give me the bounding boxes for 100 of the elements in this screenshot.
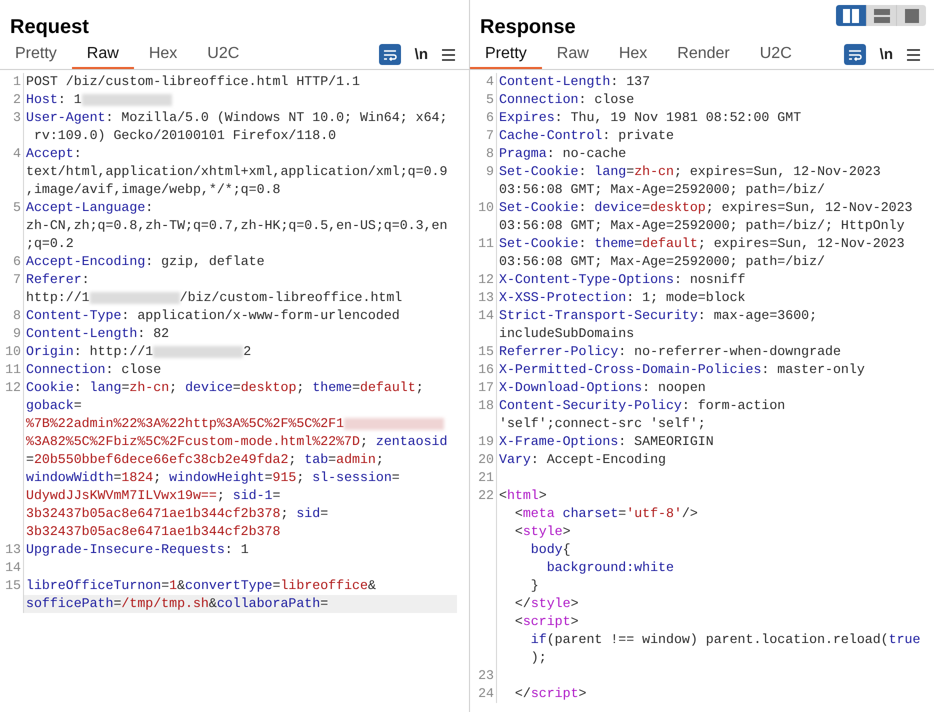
code-line: Pragma: no-cache bbox=[499, 146, 626, 161]
code-line: sofficePath=/tmp/tmp.sh&collaboraPath= bbox=[26, 596, 328, 611]
code-line: <html> bbox=[499, 488, 547, 503]
code-line: Cache-Control: private bbox=[499, 128, 674, 143]
view-tab[interactable]: Pretty bbox=[470, 41, 542, 69]
code-line: windowWidth=1824; windowHeight=915; sl-session= bbox=[26, 470, 400, 485]
code-line: http://1 /biz/custom-libreoffice.html bbox=[26, 290, 402, 305]
view-tab[interactable]: U2C bbox=[192, 41, 254, 69]
code-line: } bbox=[530, 578, 539, 593]
line-number: 13 bbox=[5, 542, 21, 557]
code-line: Referrer-Policy: no-referrer-when-downgrade bbox=[499, 344, 841, 359]
code-line: zh-CN,zh;q=0.8,zh-TW;q=0.7,zh-HK;q=0.5,en-US;q=0.3,en bbox=[26, 218, 448, 233]
menu-icon[interactable] bbox=[442, 48, 455, 60]
code-line: ,image/avif,image/webp,*/*;q=0.8 bbox=[26, 182, 280, 197]
view-tab[interactable]: Hex bbox=[604, 41, 662, 69]
line-number: 19 bbox=[478, 434, 494, 449]
code-line: UdywdJJsKWVmM7ILVwx19w==; sid-1= bbox=[26, 488, 280, 503]
line-number: 7 bbox=[486, 128, 494, 143]
code-line: background:white bbox=[546, 560, 674, 575]
code-line: Set-Cookie: lang=zh-cn; expires=Sun, 12-Nov-2023 bbox=[499, 164, 881, 179]
panel-title: Response bbox=[480, 16, 576, 38]
line-number: 10 bbox=[478, 200, 494, 215]
word-wrap-button[interactable] bbox=[378, 44, 401, 65]
line-number: 4 bbox=[13, 146, 21, 161]
code-line: <meta charset='utf-8'/> bbox=[514, 506, 698, 521]
single-pane-icon bbox=[904, 8, 918, 22]
code-line: %3A82%5C%2Fbiz%5C%2Fcustom-mode.html%22%7D; zentaosid bbox=[26, 434, 448, 449]
line-number: 11 bbox=[478, 236, 494, 251]
code-line: <script> bbox=[514, 614, 579, 629]
code-line: Content-Length: 137 bbox=[499, 74, 650, 89]
line-number: 17 bbox=[478, 380, 494, 395]
code-line: Accept: bbox=[26, 146, 82, 161]
code-line: ;q=0.2 bbox=[26, 236, 74, 251]
split-rows-icon bbox=[874, 8, 890, 22]
code-line: X-Frame-Options: SAMEORIGIN bbox=[499, 434, 714, 449]
code-line: Accept-Language: bbox=[26, 200, 154, 215]
newline-toggle[interactable]: \n bbox=[878, 46, 895, 64]
view-tab[interactable]: U2C bbox=[744, 41, 807, 69]
split-columns-icon bbox=[843, 8, 859, 22]
code-line: X-Permitted-Cross-Domain-Policies: master-only bbox=[499, 362, 865, 377]
code-line: libreOfficeTurnon=1&convertType=libreoffice& bbox=[26, 578, 376, 593]
view-tab[interactable]: Render bbox=[662, 41, 745, 69]
line-number: 8 bbox=[13, 308, 21, 323]
line-number: 6 bbox=[486, 110, 494, 125]
line-number: 21 bbox=[478, 470, 494, 485]
layout-toggle-button[interactable] bbox=[836, 5, 866, 26]
code-line: Expires: Thu, 19 Nov 1981 08:52:00 GMT bbox=[499, 110, 802, 125]
layout-toggle-button[interactable] bbox=[896, 5, 926, 26]
view-tab[interactable]: Hex bbox=[134, 41, 192, 69]
line-number: 18 bbox=[478, 398, 494, 413]
code-line: 03:56:08 GMT; Max-Age=2592000; path=/biz/; HttpOnly bbox=[499, 218, 905, 233]
line-number: 9 bbox=[486, 164, 494, 179]
code-line: 'self';connect-src 'self'; bbox=[499, 416, 706, 431]
code-line: %7B%22admin%22%3A%22http%3A%5C%2F%5C%2F1 bbox=[26, 416, 444, 431]
code-line: Origin: http://1 2 bbox=[26, 344, 252, 359]
code-line: X-Download-Options: noopen bbox=[499, 380, 706, 395]
code-line: rv:109.0) Gecko/20100101 Firefox/118.0 bbox=[32, 128, 336, 143]
line-number: 10 bbox=[5, 344, 21, 359]
code-line: goback= bbox=[26, 398, 82, 413]
code-line: Accept-Encoding: gzip, deflate bbox=[26, 254, 265, 269]
code-line: Connection: close bbox=[499, 92, 634, 107]
line-number: 6 bbox=[13, 254, 21, 269]
line-number: 3 bbox=[13, 110, 21, 125]
code-line: Set-Cookie: device=desktop; expires=Sun, 12-Nov-2023 bbox=[499, 200, 912, 215]
code-line: Vary: Accept-Encoding bbox=[499, 452, 666, 467]
code-line: includeSubDomains bbox=[499, 326, 634, 341]
code-line: Host: 1 bbox=[26, 92, 172, 107]
line-number: 22 bbox=[478, 488, 494, 503]
newline-toggle[interactable]: \n bbox=[412, 46, 430, 64]
code-line: Connection: close bbox=[26, 362, 162, 377]
line-number: 15 bbox=[5, 578, 21, 593]
code-line: </style> bbox=[514, 596, 579, 611]
view-tab[interactable]: Pretty bbox=[0, 41, 72, 69]
code-line: Cookie: lang=zh-cn; device=desktop; theme=default; bbox=[26, 380, 424, 395]
line-number: 8 bbox=[486, 146, 494, 161]
line-number: 14 bbox=[478, 308, 494, 323]
line-number: 5 bbox=[13, 200, 21, 215]
code-line: <style> bbox=[514, 524, 571, 539]
code-line: User-Agent: Mozilla/5.0 (Windows NT 10.0; Win64; x64; bbox=[26, 110, 448, 125]
code-line: text/html,application/xhtml+xml,application/xml;q=0.9 bbox=[26, 164, 448, 179]
line-number: 24 bbox=[478, 686, 494, 701]
line-number: 4 bbox=[486, 74, 494, 89]
code-line: Content-Length: 82 bbox=[26, 326, 170, 341]
code-line: X-XSS-Protection: 1; mode=block bbox=[499, 290, 746, 305]
word-wrap-button[interactable] bbox=[844, 44, 866, 65]
code-line: ); bbox=[530, 650, 547, 665]
layout-toggle-button[interactable] bbox=[866, 5, 896, 26]
line-number: 13 bbox=[478, 290, 494, 305]
line-number: 15 bbox=[478, 344, 494, 359]
code-line: Content-Type: application/x-www-form-urlencoded bbox=[26, 308, 400, 323]
view-tab[interactable]: Raw bbox=[542, 41, 604, 69]
code-line: POST /biz/custom-libreoffice.html HTTP/1.1 bbox=[26, 74, 360, 89]
code-line: Strict-Transport-Security: max-age=3600; bbox=[499, 308, 818, 323]
wrap-icon bbox=[382, 48, 397, 60]
code-line: =20b550bbef6dece66efc38cb2e49fda2; tab=admin; bbox=[26, 452, 384, 467]
menu-icon[interactable] bbox=[907, 48, 920, 60]
line-number: 14 bbox=[5, 560, 21, 575]
view-tab[interactable]: Raw bbox=[72, 41, 134, 69]
line-number: 11 bbox=[5, 362, 21, 377]
code-line: Upgrade-Insecure-Requests: 1 bbox=[26, 542, 249, 557]
